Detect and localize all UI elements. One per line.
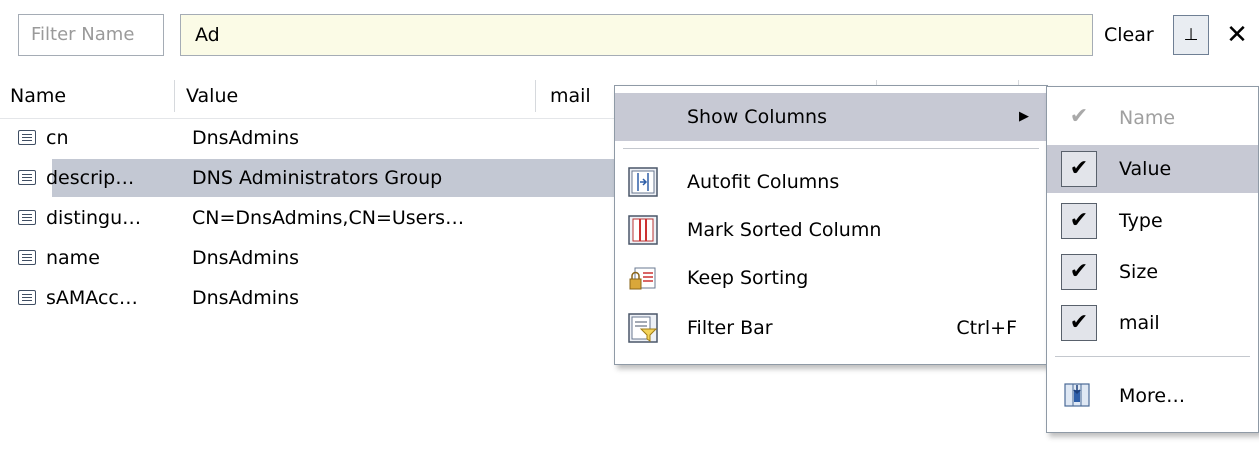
submenu-item-mail[interactable]: ✔ mail	[1047, 299, 1258, 347]
column-header-mail[interactable]: mail	[550, 74, 591, 118]
submenu-item-label: Value	[1119, 158, 1172, 180]
checkmark-icon: ✔	[1061, 305, 1097, 341]
column-header-name[interactable]: Name	[10, 74, 66, 118]
property-name: sAMAcc…	[46, 287, 138, 309]
keep-sorting-icon	[629, 267, 656, 290]
checkmark-icon: ✔	[1061, 254, 1097, 290]
menu-item-autofit-columns[interactable]: Autofit Columns	[615, 158, 1047, 206]
more-columns-icon	[1064, 383, 1090, 407]
submenu-item-name: ✔ Name	[1047, 94, 1258, 142]
menu-item-keep-sorting[interactable]: Keep Sorting	[615, 254, 1047, 302]
submenu-item-label: Name	[1119, 107, 1176, 129]
property-value: DnsAdmins	[192, 127, 300, 149]
menu-item-mark-sorted-column[interactable]: Mark Sorted Column	[615, 206, 1047, 254]
checkmark-icon: ✔	[1069, 104, 1089, 129]
property-value: DnsAdmins	[192, 247, 300, 269]
list-item[interactable]: sAMAcc… DnsAdmins	[0, 278, 620, 318]
menu-separator	[623, 148, 1039, 149]
menu-item-label: Keep Sorting	[687, 267, 809, 289]
property-icon	[18, 210, 36, 225]
property-value: DNS Administrators Group	[192, 167, 443, 189]
filter-query-input[interactable]: Ad	[180, 14, 1093, 56]
list-item[interactable]: name DnsAdmins	[0, 238, 620, 278]
property-value: DnsAdmins	[192, 287, 300, 309]
list-item-selected[interactable]: descrip… DNS Administrators Group	[0, 158, 620, 198]
filter-bar-icon	[628, 313, 658, 343]
property-name: cn	[46, 127, 69, 149]
close-icon[interactable]: ✕	[1223, 14, 1251, 56]
property-value: CN=DnsAdmins,CN=Users…	[192, 207, 465, 229]
clear-button[interactable]: Clear	[1104, 14, 1154, 56]
submenu-item-more[interactable]: More…	[1047, 372, 1258, 420]
menu-item-label: Mark Sorted Column	[687, 219, 882, 241]
submenu-item-label: Type	[1119, 210, 1163, 232]
column-header-value[interactable]: Value	[186, 74, 238, 118]
submenu-item-label: mail	[1119, 312, 1160, 334]
property-icon	[18, 130, 36, 145]
filter-bar: Filter Name Ad Clear ⊥ ✕	[0, 0, 1259, 70]
property-icon	[18, 170, 36, 185]
submenu-item-label: More…	[1119, 385, 1186, 407]
menu-item-label: Filter Bar	[687, 317, 773, 339]
pin-icon[interactable]: ⊥	[1173, 15, 1209, 55]
submenu-item-label: Size	[1119, 261, 1159, 283]
submenu-arrow-icon: ▶	[1019, 109, 1029, 124]
property-name: descrip…	[46, 167, 135, 189]
menu-item-filter-bar[interactable]: Filter Bar Ctrl+F	[615, 304, 1047, 352]
filter-name-field[interactable]: Filter Name	[18, 14, 164, 56]
property-icon	[18, 250, 36, 265]
menu-item-show-columns[interactable]: Show Columns ▶	[615, 93, 1047, 141]
property-name: name	[46, 247, 100, 269]
submenu-item-type[interactable]: ✔ Type	[1047, 197, 1258, 245]
menu-separator	[1055, 356, 1250, 357]
list-item[interactable]: distingu… CN=DnsAdmins,CN=Users…	[0, 198, 620, 238]
property-icon	[18, 290, 36, 305]
menu-item-shortcut: Ctrl+F	[956, 317, 1017, 339]
checkmark-icon: ✔	[1061, 151, 1097, 187]
column-divider[interactable]	[174, 80, 175, 112]
mark-sorted-icon	[628, 215, 658, 245]
submenu-item-value[interactable]: ✔ Value	[1047, 145, 1258, 193]
context-menu: Show Columns ▶ Autofit Columns Mark Sort…	[614, 85, 1048, 365]
submenu-item-size[interactable]: ✔ Size	[1047, 248, 1258, 296]
column-divider[interactable]	[535, 80, 536, 112]
autofit-icon	[628, 167, 658, 197]
menu-item-label: Autofit Columns	[687, 171, 840, 193]
columns-submenu: ✔ Name ✔ Value ✔ Type ✔ Size ✔ mail More…	[1046, 86, 1259, 433]
menu-item-label: Show Columns	[687, 106, 827, 128]
property-name: distingu…	[46, 207, 142, 229]
list-item[interactable]: cn DnsAdmins	[0, 118, 620, 158]
checkmark-icon: ✔	[1061, 203, 1097, 239]
